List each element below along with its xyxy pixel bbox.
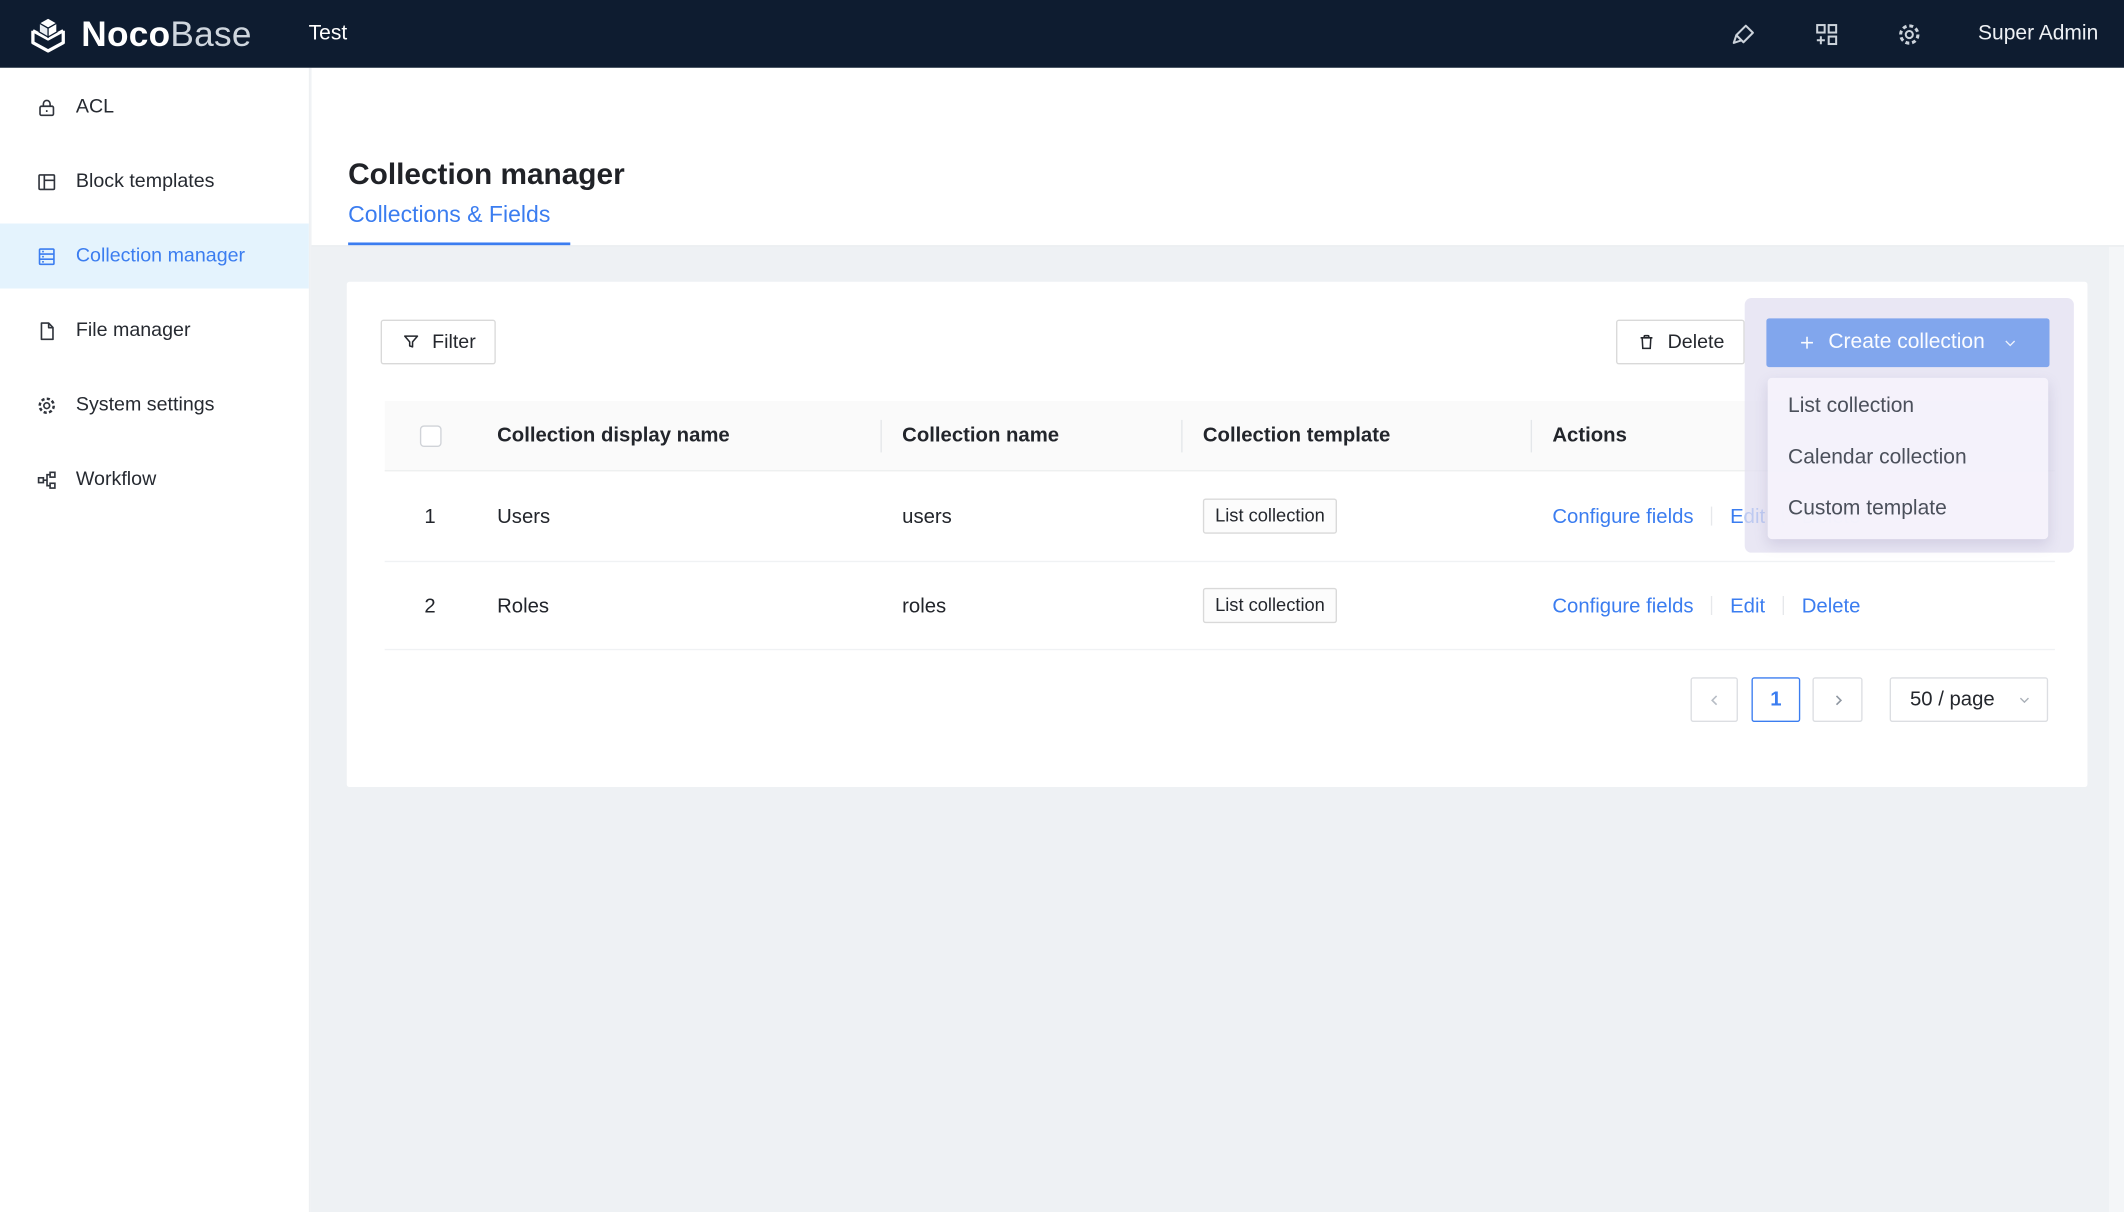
nocobase-logo[interactable]: NocoBase xyxy=(27,15,252,53)
tab-collections-fields[interactable]: Collections & Fields xyxy=(348,202,550,229)
collection-name: users xyxy=(880,471,1181,560)
trash-icon xyxy=(1636,332,1656,352)
sidebar-item-label: Workflow xyxy=(76,469,156,491)
row-index: 1 xyxy=(385,471,476,560)
plugin-manager-icon[interactable] xyxy=(1813,20,1841,48)
create-collection-button-label: Create collection xyxy=(1828,331,1984,355)
database-icon xyxy=(35,245,58,268)
content-area: Filter Delete Collection display name Co… xyxy=(312,247,2124,1212)
chevron-right-icon xyxy=(1829,692,1845,708)
collection-name: roles xyxy=(880,562,1181,649)
cube-icon xyxy=(27,15,69,53)
chevron-left-icon xyxy=(1706,692,1722,708)
collection-template-tag: List collection xyxy=(1203,588,1337,622)
user-menu[interactable]: Super Admin xyxy=(1978,22,2098,46)
page-header: Collection manager Collections & Fields xyxy=(312,68,2124,247)
pagination-next-button[interactable] xyxy=(1812,677,1862,722)
sidebar-item-workflow[interactable]: Workflow xyxy=(0,447,309,512)
caret-down-icon xyxy=(2017,692,2032,707)
edit-link[interactable]: Edit xyxy=(1730,594,1765,617)
configure-fields-link[interactable]: Configure fields xyxy=(1552,505,1693,528)
create-collection-menu: List collection Calendar collection Cust… xyxy=(1768,378,2048,539)
menu-item-custom-template[interactable]: Custom template xyxy=(1768,484,2048,535)
create-collection-button[interactable]: Create collection xyxy=(1766,318,2049,367)
sidebar-item-label: Collection manager xyxy=(76,245,245,267)
column-separator xyxy=(1531,420,1532,453)
select-all-checkbox[interactable] xyxy=(419,425,441,447)
delete-button-label: Delete xyxy=(1668,331,1725,353)
collection-display-name: Users xyxy=(475,471,880,560)
menu-item-list-collection[interactable]: List collection xyxy=(1768,381,2048,432)
sidebar: ACL Block templates Collection manager xyxy=(0,68,310,1212)
scrollbar-track[interactable] xyxy=(2109,247,2124,1212)
row-index: 2 xyxy=(385,562,476,649)
sidebar-item-collection-manager[interactable]: Collection manager xyxy=(0,224,309,289)
action-divider xyxy=(1711,596,1712,615)
page-size-value: 50 / page xyxy=(1910,688,1995,711)
gear-icon xyxy=(35,394,58,417)
column-header-display-name: Collection display name xyxy=(475,401,880,470)
caret-down-icon xyxy=(2002,335,2018,351)
nav-item-test[interactable]: Test xyxy=(309,22,348,46)
menu-item-calendar-collection[interactable]: Calendar collection xyxy=(1768,432,2048,483)
workflow-icon xyxy=(35,468,58,491)
configure-fields-link[interactable]: Configure fields xyxy=(1552,594,1693,617)
filter-button-label: Filter xyxy=(432,331,476,353)
sidebar-item-label: File manager xyxy=(76,320,191,342)
navbar-right: Super Admin xyxy=(1730,20,2124,48)
table-row: 2 Roles roles List collection Configure … xyxy=(385,562,2055,650)
sidebar-item-acl[interactable]: ACL xyxy=(0,75,309,140)
collection-display-name: Roles xyxy=(475,562,880,649)
app-window: NocoBase Test xyxy=(0,0,2124,1212)
action-divider xyxy=(1783,596,1784,615)
column-separator xyxy=(1181,420,1182,453)
page-title: Collection manager xyxy=(348,157,625,192)
sidebar-item-label: Block templates xyxy=(76,171,215,193)
filter-button[interactable]: Filter xyxy=(381,320,496,365)
sidebar-item-block-templates[interactable]: Block templates xyxy=(0,149,309,214)
plus-icon xyxy=(1797,333,1816,352)
top-navbar: NocoBase Test xyxy=(0,0,2124,68)
pagination-page-1[interactable]: 1 xyxy=(1751,677,1800,722)
active-tab-underline xyxy=(348,242,570,245)
sidebar-item-label: ACL xyxy=(76,96,114,118)
column-header-name: Collection name xyxy=(880,401,1181,470)
settings-icon[interactable] xyxy=(1895,20,1923,48)
pagination-prev-button[interactable] xyxy=(1691,677,1738,722)
sidebar-item-system-settings[interactable]: System settings xyxy=(0,373,309,438)
sidebar-item-label: System settings xyxy=(76,394,215,416)
delete-link[interactable]: Delete xyxy=(1802,594,1861,617)
sidebar-item-file-manager[interactable]: File manager xyxy=(0,298,309,363)
highlighter-icon[interactable] xyxy=(1730,20,1758,48)
page-size-select[interactable]: 50 / page xyxy=(1890,677,2048,722)
create-collection-overlay: Create collection List collection Calend… xyxy=(1745,298,2074,553)
pagination-current-page: 1 xyxy=(1770,688,1781,711)
layout-icon xyxy=(35,170,58,193)
action-divider xyxy=(1711,507,1712,526)
lock-icon xyxy=(35,95,58,118)
file-icon xyxy=(35,319,58,342)
collection-template-tag: List collection xyxy=(1203,499,1337,533)
funnel-icon xyxy=(401,332,421,352)
delete-button[interactable]: Delete xyxy=(1616,320,1745,365)
brand-name: NocoBase xyxy=(81,16,252,51)
column-separator xyxy=(880,420,881,453)
column-header-template: Collection template xyxy=(1181,401,1530,470)
